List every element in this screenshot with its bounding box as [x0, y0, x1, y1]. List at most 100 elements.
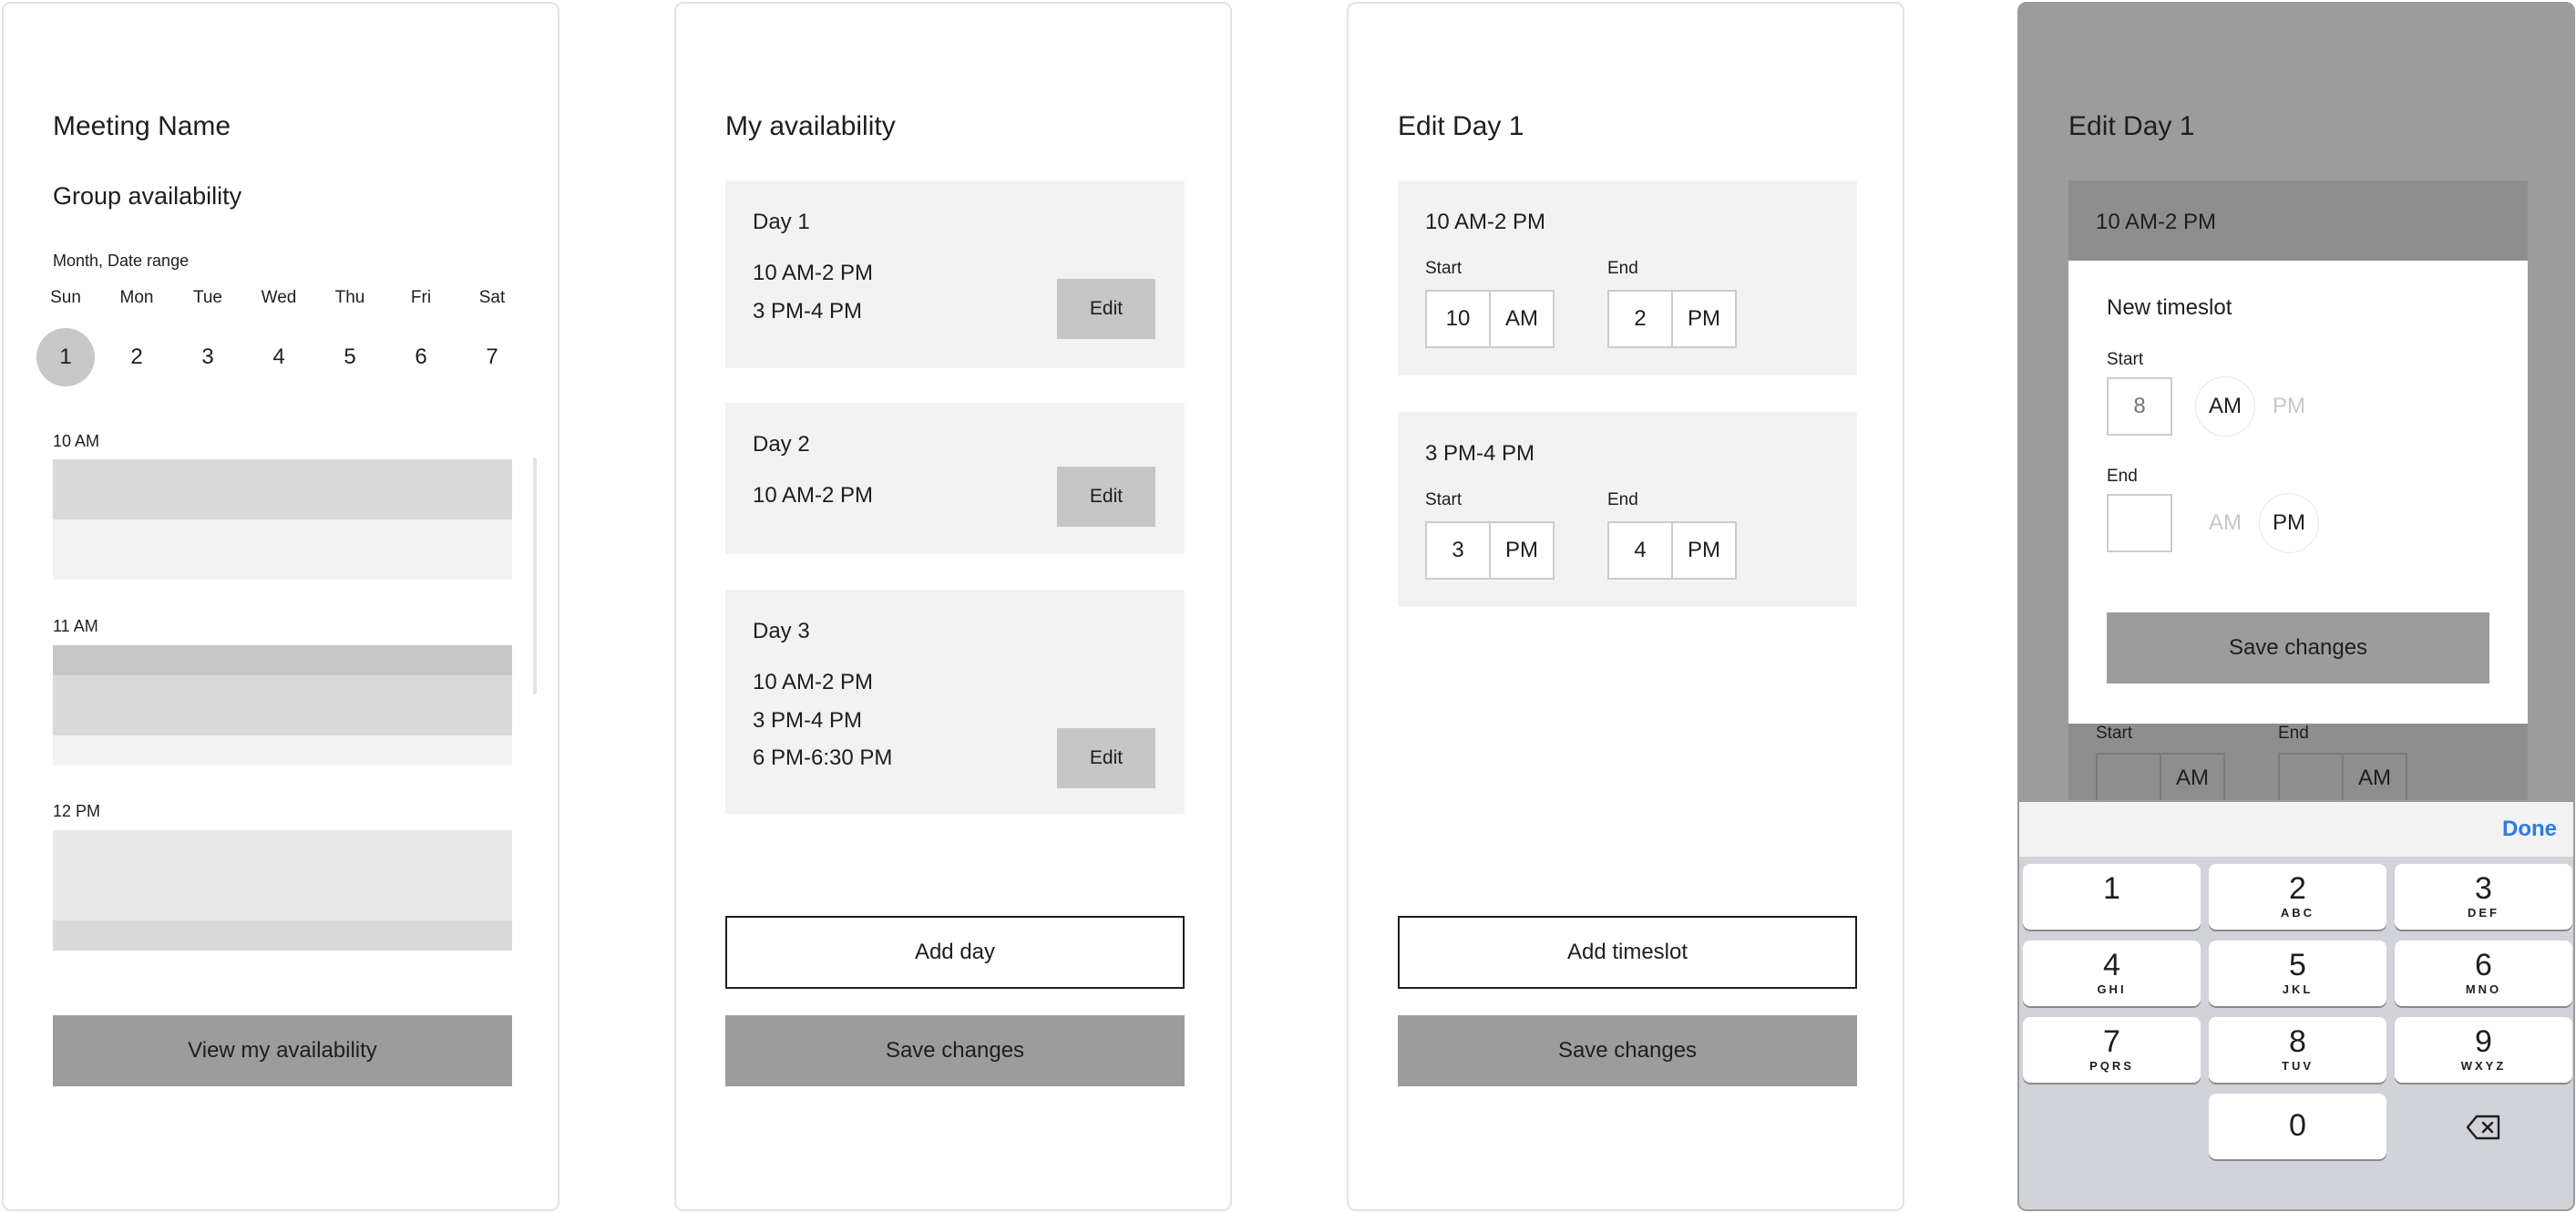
key-1[interactable]: 1 [2023, 864, 2201, 930]
key-4[interactable]: 4 GHI [2023, 941, 2201, 1006]
availability-block [53, 645, 512, 675]
date-option[interactable]: 3 [179, 328, 237, 386]
availability-block [53, 519, 512, 580]
page-title: Edit Day 1 [2068, 111, 2195, 141]
scrollbar[interactable] [533, 457, 537, 694]
key-9[interactable]: 9 WXYZ [2395, 1017, 2572, 1083]
date-option[interactable]: 6 [392, 328, 450, 386]
day-card: Day 2 10 AM-2 PM Edit [725, 403, 1185, 554]
hour-label: 12 PM [53, 802, 101, 820]
key-6[interactable]: 6 MNO [2395, 941, 2572, 1006]
timeslot-text: 6 PM-6:30 PM [753, 745, 893, 770]
start-label: Start [1425, 259, 1462, 278]
start-hour-input [2096, 753, 2161, 800]
add-timeslot-button[interactable]: Add timeslot [1398, 916, 1857, 989]
key-7[interactable]: 7 PQRS [2023, 1017, 2201, 1083]
start-period-select[interactable]: PM [1489, 521, 1555, 580]
key-2[interactable]: 2 ABC [2209, 864, 2386, 930]
day-title: Day 3 [753, 619, 810, 643]
edit-day-button[interactable]: Edit [1057, 728, 1155, 788]
page-title: My availability [725, 111, 896, 141]
end-label: End [2278, 724, 2309, 743]
timeslot-title: 10 AM-2 PM [1425, 210, 1546, 234]
date-option[interactable]: 2 [108, 328, 166, 386]
day-card: Day 3 10 AM-2 PM 3 PM-4 PM 6 PM-6:30 PM … [725, 590, 1185, 814]
timeslot-title: 3 PM-4 PM [1425, 441, 1535, 466]
numeric-keyboard: Done 1 2 ABC 3 DEF 4 GHI 5 JKL 6 MNO 7 PQRS 8T… [2019, 802, 2573, 1209]
key-5[interactable]: 5 JKL [2209, 941, 2386, 1006]
modal-title: New timeslot [2107, 295, 2232, 320]
end-pm-toggle[interactable]: PM [2260, 494, 2318, 552]
end-label: End [2107, 467, 2138, 486]
new-timeslot-modal: New timeslot Start 8 AM PM End AM PM Sav… [2068, 261, 2528, 724]
weekday-label: Wed [261, 288, 297, 307]
start-hour-input[interactable]: 10 [1425, 290, 1491, 348]
start-label: Start [2096, 724, 2133, 743]
start-label: Start [2107, 350, 2144, 369]
page-title: Meeting Name [53, 111, 231, 141]
done-button[interactable]: Done [2502, 817, 2557, 842]
start-am-toggle[interactable]: AM [2196, 377, 2254, 436]
hour-label: 11 AM [53, 617, 98, 635]
start-label: Start [1425, 490, 1462, 509]
backspace-icon[interactable] [2466, 1114, 2502, 1141]
end-hour-input[interactable] [2107, 494, 2172, 552]
day-card: Day 1 10 AM-2 PM 3 PM-4 PM Edit [725, 180, 1185, 368]
key-8[interactable]: 8 TUV [2209, 1017, 2386, 1083]
end-period-select[interactable]: PM [1671, 521, 1737, 580]
timeslot-card: 10 AM-2 PM Start 10 AM End 2 PM [1398, 180, 1857, 375]
end-am-toggle[interactable]: AM [2196, 494, 2254, 552]
date-option[interactable]: 7 [463, 328, 521, 386]
timeslot-card: 3 PM-4 PM Start 3 PM End 4 PM [1398, 412, 1857, 607]
page-title: Edit Day 1 [1398, 111, 1524, 141]
save-changes-button[interactable]: Save changes [2107, 612, 2489, 684]
weekday-label: Sat [478, 288, 506, 307]
edit-day-button[interactable]: Edit [1057, 467, 1155, 527]
day-title: Day 1 [753, 210, 810, 234]
key-3[interactable]: 3 DEF [2395, 864, 2572, 930]
date-row: 1 2 3 4 5 6 7 [36, 328, 521, 386]
view-my-availability-button[interactable]: View my availability [53, 1015, 512, 1086]
availability-block [53, 830, 512, 920]
hour-label: 10 AM [53, 432, 100, 450]
start-period-select[interactable]: AM [1489, 290, 1555, 348]
date-range-label: Month, Date range [53, 252, 190, 270]
weekday-label: Tue [192, 288, 223, 307]
weekday-label: Thu [334, 288, 365, 307]
end-hour-input[interactable]: 4 [1607, 521, 1673, 580]
availability-block [53, 675, 512, 735]
availability-block [53, 735, 512, 766]
end-hour-input[interactable]: 2 [1607, 290, 1673, 348]
weekday-label: Sun [50, 288, 81, 307]
weekday-label: Fri [410, 288, 432, 307]
timeslot-text: 3 PM-4 PM [753, 708, 863, 733]
section-title: Group availability [53, 182, 242, 210]
timeslot-title: 10 AM-2 PM [2096, 210, 2217, 234]
save-changes-button[interactable]: Save changes [1398, 1015, 1857, 1086]
start-period-select: AM [2160, 753, 2225, 800]
weekday-header: Sun Mon Tue Wed Thu Fri Sat [36, 288, 521, 308]
add-day-button[interactable]: Add day [725, 916, 1185, 989]
save-changes-button[interactable]: Save changes [725, 1015, 1185, 1086]
start-hour-input[interactable]: 8 [2107, 377, 2172, 436]
timeslot-text: 10 AM-2 PM [753, 483, 874, 508]
end-label: End [1607, 259, 1638, 278]
availability-block [53, 459, 512, 519]
end-period-select: AM [2342, 753, 2407, 800]
date-selected[interactable]: 1 [36, 328, 95, 386]
group-availability-screen: Meeting Name Group availability Month, D… [2, 2, 559, 1211]
timeslot-text: 3 PM-4 PM [753, 299, 863, 324]
date-option[interactable]: 4 [250, 328, 308, 386]
end-label: End [1607, 490, 1638, 509]
start-pm-toggle[interactable]: PM [2260, 377, 2318, 436]
availability-block [53, 920, 512, 951]
timeslot-text: 10 AM-2 PM [753, 261, 874, 285]
end-period-select[interactable]: PM [1671, 290, 1737, 348]
date-option[interactable]: 5 [321, 328, 379, 386]
edit-day-button[interactable]: Edit [1057, 279, 1155, 339]
end-hour-input [2278, 753, 2344, 800]
day-title: Day 2 [753, 432, 810, 457]
start-hour-input[interactable]: 3 [1425, 521, 1491, 580]
key-0[interactable]: 0 [2209, 1094, 2386, 1159]
timeslot-text: 10 AM-2 PM [753, 670, 874, 694]
